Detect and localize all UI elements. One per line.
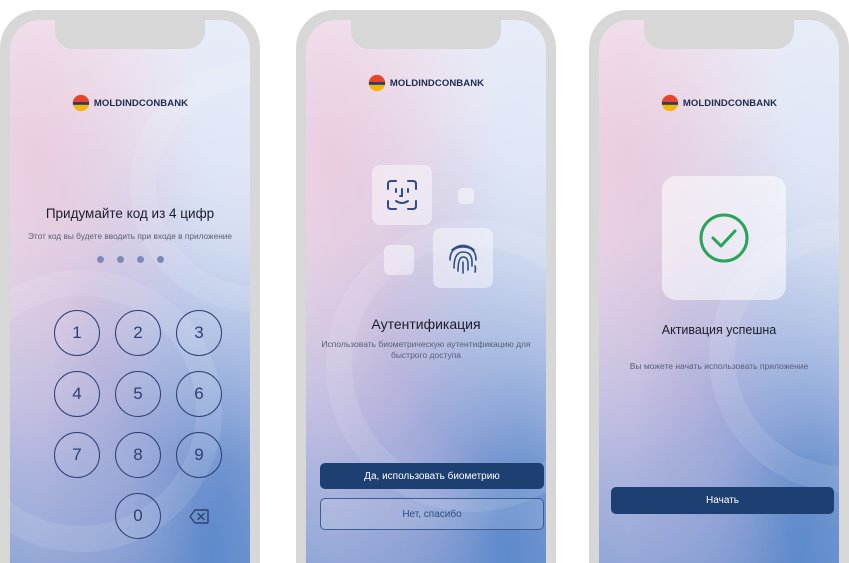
fingerprint-icon <box>449 244 477 274</box>
phone-notch <box>351 20 501 49</box>
backspace-button[interactable] <box>184 501 214 531</box>
no-thanks-button[interactable]: Нет, спасибо <box>320 498 544 530</box>
keypad-key-9[interactable]: 9 <box>176 432 222 478</box>
start-button[interactable]: Начать <box>611 487 834 514</box>
pin-dots <box>10 256 250 263</box>
face-id-tile <box>372 165 432 225</box>
bank-logo: MOLDINDCONBANK <box>10 94 250 112</box>
biometric-subtitle: Использовать биометрическую аутентификац… <box>321 339 531 360</box>
bank-logo: MOLDINDCONBANK <box>306 74 546 92</box>
check-circle-icon <box>699 213 749 263</box>
keypad-key-4[interactable]: 4 <box>54 371 100 417</box>
bank-logo-icon <box>661 94 678 112</box>
fingerprint-tile <box>433 228 493 288</box>
keypad-key-2[interactable]: 2 <box>115 310 161 356</box>
use-biometrics-button[interactable]: Да, использовать биометрию <box>320 463 544 489</box>
face-id-icon <box>387 180 417 210</box>
success-tile <box>662 176 786 300</box>
pin-dot <box>136 256 144 263</box>
bank-name: MOLDINDCONBANK <box>389 77 485 89</box>
biometric-title: Аутентификация <box>371 316 481 332</box>
pin-dot <box>116 256 124 263</box>
bank-name: MOLDINDCONBANK <box>682 97 778 109</box>
success-screen: MOLDINDCONBANK Активация успешна Вы може… <box>599 20 839 563</box>
phone-frame-success: MOLDINDCONBANK Активация успешна Вы може… <box>589 10 849 563</box>
keypad-key-5[interactable]: 5 <box>115 371 161 417</box>
decor-square <box>384 245 414 275</box>
pin-subtitle: Этот код вы будете вводить при входе в п… <box>27 231 233 241</box>
pin-screen: MOLDINDCONBANK Придумайте код из 4 цифр … <box>10 20 250 563</box>
bank-logo-icon <box>72 94 89 112</box>
bank-name: MOLDINDCONBANK <box>93 97 189 109</box>
decor-square <box>458 188 474 204</box>
biometric-screen: MOLDINDCONBANK Аутентификация Использова… <box>306 20 546 563</box>
pin-dot <box>156 256 164 263</box>
keypad-key-7[interactable]: 7 <box>54 432 100 478</box>
backspace-icon <box>189 508 209 524</box>
phone-notch <box>55 20 205 49</box>
keypad-key-8[interactable]: 8 <box>115 432 161 478</box>
pin-dot <box>96 256 104 263</box>
keypad-key-6[interactable]: 6 <box>176 371 222 417</box>
keypad-key-3[interactable]: 3 <box>176 310 222 356</box>
keypad-key-1[interactable]: 1 <box>54 310 100 356</box>
bank-logo-icon <box>368 74 385 92</box>
phone-notch <box>644 20 794 49</box>
success-title: Активация успешна <box>661 323 777 337</box>
success-subtitle: Вы можете начать использовать приложение <box>629 361 809 371</box>
keypad-key-0[interactable]: 0 <box>115 493 161 539</box>
phone-frame-pin: MOLDINDCONBANK Придумайте код из 4 цифр … <box>0 10 260 563</box>
phone-frame-biometric: MOLDINDCONBANK Аутентификация Использова… <box>296 10 556 563</box>
pin-title: Придумайте код из 4 цифр <box>45 206 215 221</box>
bank-logo: MOLDINDCONBANK <box>599 94 839 112</box>
